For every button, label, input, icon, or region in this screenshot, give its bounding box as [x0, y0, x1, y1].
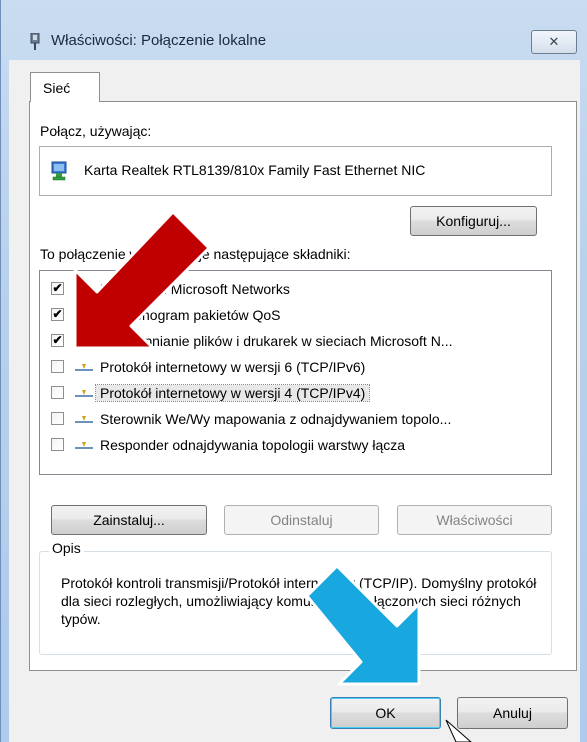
network-adapter-icon	[30, 33, 40, 50]
properties-window: Właściwości: Połączenie lokalne ✕ Sieć P…	[0, 0, 587, 742]
description-legend: Opis	[49, 540, 84, 556]
network-card-icon	[51, 161, 67, 181]
title-bar: Właściwości: Połączenie lokalne ✕	[1, 0, 587, 60]
properties-button[interactable]: Właściwości	[397, 505, 552, 535]
close-button[interactable]: ✕	[531, 30, 577, 54]
tab-network[interactable]: Sieć	[30, 72, 100, 102]
components-list[interactable]: ✔ Klient sieci Microsoft Networks ✔ Harm…	[39, 270, 552, 475]
component-label: Udostępnianie plików i drukarek w siecia…	[100, 333, 453, 349]
component-row-ms-client[interactable]: ✔ Klient sieci Microsoft Networks	[40, 277, 551, 303]
protocol-icon	[75, 390, 93, 397]
protocol-icon	[75, 364, 93, 371]
network-client-icon	[75, 283, 87, 295]
component-label: Responder odnajdywania topologii warstwy…	[100, 437, 406, 453]
component-row-lltd-responder[interactable]: Responder odnajdywania topologii warstwy…	[40, 433, 551, 459]
cancel-button[interactable]: Anuluj	[457, 697, 568, 729]
window-title: Właściwości: Połączenie lokalne	[51, 32, 267, 49]
component-row-ipv6[interactable]: Protokół internetowy w wersji 6 (TCP/IPv…	[40, 355, 551, 381]
component-checkbox[interactable]	[51, 438, 64, 451]
ok-button[interactable]: OK	[330, 697, 441, 729]
component-row-qos[interactable]: ✔ Harmonogram pakietów QoS	[40, 303, 551, 329]
component-checkbox[interactable]	[51, 386, 64, 399]
component-checkbox[interactable]: ✔	[51, 282, 64, 295]
configure-button[interactable]: Konfiguruj...	[410, 206, 537, 236]
file-printer-sharing-icon	[75, 333, 89, 346]
component-label: Harmonogram pakietów QoS	[100, 307, 281, 323]
component-row-lltd-mapper[interactable]: Sterownik We/Wy mapowania z odnajdywanie…	[40, 407, 551, 433]
protocol-icon	[75, 442, 93, 449]
adapter-field: Karta Realtek RTL8139/810x Family Fast E…	[39, 146, 552, 196]
component-checkbox[interactable]: ✔	[51, 334, 64, 347]
component-checkbox[interactable]: ✔	[51, 308, 64, 321]
component-checkbox[interactable]	[51, 412, 64, 425]
component-label: Protokół internetowy w wersji 4 (TCP/IPv…	[94, 384, 371, 402]
tab-network-label: Sieć	[43, 80, 71, 96]
close-icon: ✕	[548, 34, 560, 49]
install-button[interactable]: Zainstaluj...	[51, 505, 207, 535]
qos-icon	[75, 309, 87, 321]
component-label: Klient sieci Microsoft Networks	[100, 281, 290, 297]
component-row-ipv4[interactable]: Protokół internetowy w wersji 4 (TCP/IPv…	[40, 381, 551, 407]
component-row-file-sharing[interactable]: ✔ Udostępnianie plików i drukarek w siec…	[40, 329, 551, 355]
component-label: Sterownik We/Wy mapowania z odnajdywanie…	[100, 411, 452, 427]
description-text: Protokół kontroli transmisji/Protokół in…	[61, 575, 537, 627]
protocol-icon	[75, 416, 93, 423]
component-checkbox[interactable]	[51, 360, 64, 373]
uninstall-button[interactable]: Odinstaluj	[224, 505, 379, 535]
connect-using-label: Połącz, używając:	[40, 123, 152, 139]
components-label: To połączenie wykorzystuje następujące s…	[40, 246, 351, 262]
component-label: Protokół internetowy w wersji 6 (TCP/IPv…	[100, 359, 366, 375]
adapter-name: Karta Realtek RTL8139/810x Family Fast E…	[84, 162, 426, 178]
